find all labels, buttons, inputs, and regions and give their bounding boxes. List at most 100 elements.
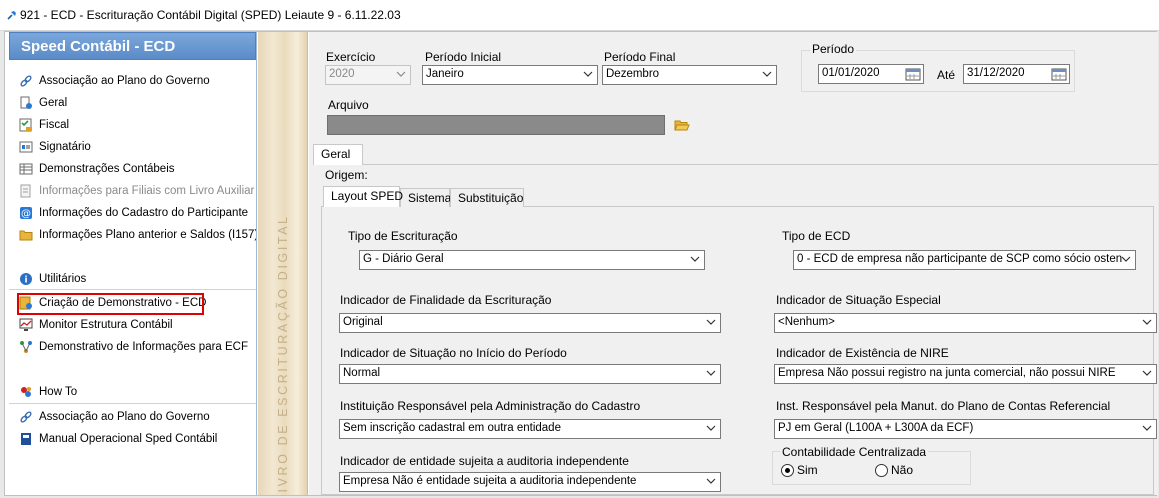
sidebar-header: Speed Contábil - ECD [9, 32, 256, 60]
tab-geral-label: Geral [321, 147, 351, 161]
utilities-header-label: Utilitários [39, 273, 87, 285]
exercicio-select[interactable]: 2020 [325, 65, 411, 85]
sidebar-item-label: Monitor Estrutura Contábil [39, 319, 173, 331]
book-icon [19, 432, 33, 446]
folder-open-icon[interactable] [674, 118, 690, 132]
ind-finalidade-select[interactable]: Original [339, 313, 721, 333]
periodo-inicial-select[interactable]: Janeiro [422, 65, 598, 85]
document-gray-icon [19, 184, 33, 198]
link-icon [19, 410, 33, 424]
checklist-icon [19, 118, 33, 132]
sidebar-item-monitor-estrutura[interactable]: Monitor Estrutura Contábil [9, 314, 256, 336]
pin-icon [7, 11, 16, 20]
sidebar-item-demonstrativo-ecf[interactable]: Demonstrativo de Informações para ECF [9, 336, 256, 358]
decorative-strip-text: LIVRO DE ESCRITURAÇÃO DIGITAL [276, 214, 290, 495]
sidebar-item-label: Demonstrativo de Informações para ECF [39, 341, 249, 353]
chevron-down-icon [762, 71, 772, 77]
arquivo-input[interactable] [327, 115, 665, 135]
periodo-final-label: Período Final [604, 50, 676, 64]
ind-finalidade-label: Indicador de Finalidade da Escrituração [340, 293, 552, 307]
sidebar-item-howto-associacao[interactable]: Associação ao Plano do Governo [9, 406, 256, 428]
howto-header-label: How To [39, 386, 78, 398]
ind-existencia-nire-select[interactable]: Empresa Não possui registro na junta com… [774, 364, 1157, 384]
radio-sim-dot [781, 463, 794, 477]
periodo-start-value: 01/01/2020 [822, 67, 880, 79]
ind-situacao-inicio-select[interactable]: Normal [339, 364, 721, 384]
network-icon [19, 340, 33, 354]
chevron-down-icon [706, 370, 716, 376]
section-divider [9, 403, 256, 404]
tipo-escrituracao-label: Tipo de Escrituração [348, 229, 458, 243]
periodo-inicial-label: Período Inicial [425, 50, 502, 64]
ind-situacao-especial-select[interactable]: <Nenhum> [774, 313, 1157, 333]
tipo-escrituracao-value: G - Diário Geral [363, 253, 444, 265]
chevron-down-icon [1142, 370, 1152, 376]
calendar-icon[interactable] [905, 67, 921, 81]
tab-geral[interactable]: Geral [313, 144, 363, 165]
sidebar-item-plano-anterior[interactable]: Informações Plano anterior e Saldos (I15… [9, 224, 257, 246]
link-icon [19, 74, 33, 88]
tab-sistema[interactable]: Sistema [400, 188, 451, 207]
monitor-icon [19, 318, 33, 332]
main-frame: Speed Contábil - ECD Associação ao Plano… [4, 31, 1158, 496]
periodo-inicial-value: Janeiro [426, 68, 464, 80]
exercicio-value: 2020 [329, 68, 355, 80]
table-icon [19, 162, 33, 176]
sidebar-item-geral[interactable]: Geral [9, 92, 256, 114]
periodo-final-value: Dezembro [606, 68, 660, 80]
ind-situacao-inicio-value: Normal [343, 367, 381, 379]
radio-sim-label: Sim [797, 463, 818, 477]
ind-situacao-especial-value: <Nenhum> [778, 316, 835, 328]
periodo-start-input[interactable]: 01/01/2020 [818, 64, 924, 84]
calendar-icon[interactable] [1051, 67, 1067, 81]
tipo-escrituracao-select[interactable]: G - Diário Geral [359, 250, 705, 270]
contabilidade-centralizada-label: Contabilidade Centralizada [780, 445, 929, 459]
periodo-end-input[interactable]: 31/12/2020 [963, 64, 1070, 84]
periodo-label: Período [810, 42, 857, 56]
ind-auditoria-label: Indicador de entidade sujeita a auditori… [340, 454, 629, 468]
radio-nao-label: Não [891, 463, 914, 477]
inst-plano-contas-label: Inst. Responsável pela Manut. do Plano d… [776, 399, 1111, 413]
sidebar-item-cadastro-participante[interactable]: @ Informações do Cadastro do Participant… [9, 202, 256, 224]
chevron-down-icon [706, 319, 716, 325]
howto-header[interactable]: How To [9, 381, 256, 403]
sidebar-item-signatario[interactable]: Signatário [9, 136, 256, 158]
sidebar-item-label: Informações Plano anterior e Saldos (I15… [39, 229, 257, 241]
svg-text:@: @ [21, 209, 31, 220]
chevron-down-icon [1142, 319, 1152, 325]
sidebar-item-label: Informações para Filiais com Livro Auxil… [39, 185, 255, 197]
sidebar-item-label: Associação ao Plano do Governo [39, 75, 210, 87]
tipo-ecd-label: Tipo de ECD [782, 229, 851, 243]
sidebar-item-demonstracoes[interactable]: Demonstrações Contábeis [9, 158, 256, 180]
sidebar-group-howto: Associação ao Plano do Governo Manual Op… [9, 406, 256, 450]
at-sign-icon: @ [19, 206, 33, 220]
radio-nao[interactable]: Não [875, 463, 913, 477]
chevron-down-icon [1121, 256, 1131, 262]
tab-substituicao-label: Substituição [458, 191, 524, 205]
periodo-final-select[interactable]: Dezembro [602, 65, 777, 85]
title-bar: 921 - ECD - Escrituração Contábil Digita… [0, 0, 1159, 31]
sidebar-item-associacao-plano[interactable]: Associação ao Plano do Governo [9, 70, 256, 92]
sidebar-item-label: Manual Operacional Sped Contábil [39, 433, 218, 445]
report-icon [19, 296, 33, 310]
section-divider [9, 289, 256, 290]
sidebar-item-fiscal[interactable]: Fiscal [9, 114, 256, 136]
ind-finalidade-value: Original [343, 316, 383, 328]
radio-nao-dot [875, 463, 888, 477]
tab-layout-sped[interactable]: Layout SPED [323, 186, 403, 207]
instituicao-cadastro-value: Sem inscrição cadastral em outra entidad… [343, 422, 561, 434]
tipo-ecd-select[interactable]: 0 - ECD de empresa não participante de S… [793, 250, 1136, 270]
radio-sim[interactable]: Sim [781, 463, 818, 477]
sidebar-item-manual[interactable]: Manual Operacional Sped Contábil [9, 428, 256, 450]
origem-label: Origem: [325, 168, 368, 182]
sidebar-item-criacao-demonstrativo[interactable]: Criação de Demonstrativo - ECD [9, 292, 256, 314]
utilities-header[interactable]: i Utilitários [9, 268, 256, 290]
inst-plano-contas-value: PJ em Geral (L100A + L300A da ECF) [778, 422, 974, 434]
chevron-down-icon [583, 71, 593, 77]
decorative-strip: LIVRO DE ESCRITURAÇÃO DIGITAL [258, 32, 308, 495]
sidebar-item-filiais[interactable]: Informações para Filiais com Livro Auxil… [9, 180, 256, 202]
inst-plano-contas-select[interactable]: PJ em Geral (L100A + L300A da ECF) [774, 419, 1157, 439]
tab-substituicao[interactable]: Substituição [450, 188, 524, 207]
instituicao-cadastro-select[interactable]: Sem inscrição cadastral em outra entidad… [339, 419, 721, 439]
ind-auditoria-select[interactable]: Empresa Não é entidade sujeita a auditor… [339, 472, 721, 492]
